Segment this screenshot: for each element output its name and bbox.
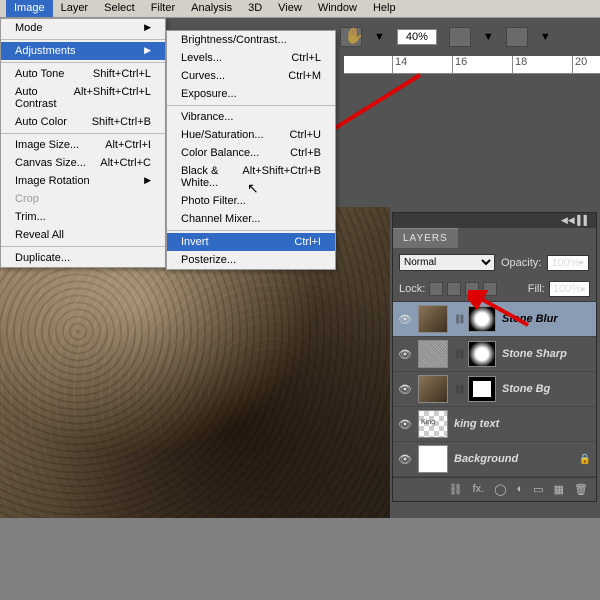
menu-invert[interactable]: InvertCtrl+I — [167, 233, 335, 251]
fill-field[interactable]: 100% ▸ — [549, 281, 590, 297]
menu-help[interactable]: Help — [365, 0, 404, 17]
menu-levels[interactable]: Levels...Ctrl+L — [167, 49, 335, 67]
group-icon[interactable]: ▭ — [533, 483, 543, 496]
menu-trim[interactable]: Trim... — [1, 208, 165, 226]
fx-icon[interactable]: fx. — [473, 483, 485, 496]
screen-mode-icon[interactable] — [449, 27, 471, 47]
visibility-icon[interactable]: 👁 — [398, 347, 412, 361]
layers-tab[interactable]: LAYERS — [393, 228, 458, 248]
menu-select[interactable]: Select — [96, 0, 143, 17]
workspace-bg — [0, 518, 600, 600]
menu-channel-mixer[interactable]: Channel Mixer... — [167, 210, 335, 228]
trash-icon[interactable]: 🗑 — [574, 483, 588, 496]
new-layer-icon[interactable]: ▦ — [554, 483, 564, 496]
menu-canvas-size[interactable]: Canvas Size...Alt+Ctrl+C — [1, 154, 165, 172]
link-icon: ⛓ — [454, 384, 462, 395]
blend-mode-select[interactable]: Normal — [399, 254, 495, 271]
opacity-field[interactable]: 100% ▸ — [547, 255, 588, 271]
opacity-label: Opacity: — [501, 257, 541, 269]
menu-view[interactable]: View — [270, 0, 310, 17]
ruler-horizontal: 14 16 18 20 — [344, 56, 600, 74]
menu-analysis[interactable]: Analysis — [183, 0, 240, 17]
layer-mask[interactable] — [468, 341, 496, 367]
lock-brush-icon[interactable] — [447, 282, 461, 296]
menu-image-size[interactable]: Image Size...Alt+Ctrl+I — [1, 136, 165, 154]
link-layers-icon[interactable]: ⛓ — [449, 483, 463, 496]
layer-row[interactable]: 👁 ⛓ Stone Bg — [393, 372, 596, 407]
menu-hue[interactable]: Hue/Saturation...Ctrl+U — [167, 126, 335, 144]
menu-photo-filter[interactable]: Photo Filter... — [167, 192, 335, 210]
layer-thumb[interactable] — [418, 445, 448, 473]
menu-window[interactable]: Window — [310, 0, 365, 17]
lock-label: Lock: — [399, 283, 425, 295]
link-icon: ⛓ — [454, 314, 462, 325]
layer-thumb[interactable] — [418, 340, 448, 368]
menu-exposure[interactable]: Exposure... — [167, 85, 335, 103]
menu-image[interactable]: Image — [6, 0, 53, 17]
menubar: Image Layer Select Filter Analysis 3D Vi… — [0, 0, 600, 18]
menu-posterize[interactable]: Posterize... — [167, 251, 335, 269]
menu-black-white[interactable]: Black & White...Alt+Shift+Ctrl+B — [167, 162, 335, 192]
layer-thumb[interactable] — [418, 305, 448, 333]
lock-all-icon[interactable] — [483, 282, 497, 296]
layer-row[interactable]: 👁 Background 🔒 — [393, 442, 596, 477]
menu-image-rotation[interactable]: Image Rotation▶ — [1, 172, 165, 190]
panel-collapse-icon[interactable]: ◀◀ ▌▌ — [393, 213, 596, 228]
layer-name[interactable]: king text — [454, 418, 499, 430]
layer-thumb[interactable] — [418, 375, 448, 403]
layer-thumb[interactable] — [418, 410, 448, 438]
menu-crop: Crop — [1, 190, 165, 208]
visibility-icon[interactable]: 👁 — [398, 417, 412, 431]
arrange-icon[interactable] — [506, 27, 528, 47]
layer-name[interactable]: Background — [454, 453, 518, 465]
menu-3d[interactable]: 3D — [240, 0, 270, 17]
lock-move-icon[interactable] — [465, 282, 479, 296]
lock-icon: 🔒 — [579, 454, 591, 465]
zoom-field[interactable]: 40% — [397, 29, 437, 45]
layer-name[interactable]: Stone Bg — [502, 383, 550, 395]
layer-row[interactable]: 👁 king text — [393, 407, 596, 442]
lock-transparency-icon[interactable] — [429, 282, 443, 296]
layer-row[interactable]: 👁 ⛓ Stone Blur — [393, 302, 596, 337]
panel-footer: ⛓ fx. ◯ ◐ ▭ ▦ 🗑 — [393, 477, 596, 501]
menu-mode[interactable]: Mode▶ — [1, 19, 165, 37]
visibility-icon[interactable]: 👁 — [398, 452, 412, 466]
menu-filter[interactable]: Filter — [143, 0, 183, 17]
menu-brightness[interactable]: Brightness/Contrast... — [167, 31, 335, 49]
menu-auto-contrast[interactable]: Auto ContrastAlt+Shift+Ctrl+L — [1, 83, 165, 113]
menu-duplicate[interactable]: Duplicate... — [1, 249, 165, 267]
visibility-icon[interactable]: 👁 — [398, 312, 412, 326]
layers-panel: ◀◀ ▌▌ LAYERS Normal Opacity: 100% ▸ Lock… — [392, 212, 597, 502]
layer-name[interactable]: Stone Sharp — [502, 348, 567, 360]
menu-auto-tone[interactable]: Auto ToneShift+Ctrl+L — [1, 65, 165, 83]
adjustment-icon[interactable]: ◐ — [517, 483, 524, 496]
menu-auto-color[interactable]: Auto ColorShift+Ctrl+B — [1, 113, 165, 131]
menu-reveal-all[interactable]: Reveal All — [1, 226, 165, 244]
menu-vibrance[interactable]: Vibrance... — [167, 108, 335, 126]
menu-color-balance[interactable]: Color Balance...Ctrl+B — [167, 144, 335, 162]
link-icon: ⛓ — [454, 349, 462, 360]
fill-label: Fill: — [528, 283, 545, 295]
layer-name[interactable]: Stone Blur — [502, 313, 558, 325]
menu-adjustments[interactable]: Adjustments▶ — [1, 42, 165, 60]
layer-mask[interactable] — [468, 306, 496, 332]
layer-mask[interactable] — [468, 376, 496, 402]
adjustments-submenu: Brightness/Contrast... Levels...Ctrl+L C… — [166, 30, 336, 270]
mask-icon[interactable]: ◯ — [494, 483, 506, 496]
visibility-icon[interactable]: 👁 — [398, 382, 412, 396]
layer-row[interactable]: 👁 ⛓ Stone Sharp — [393, 337, 596, 372]
hand-icon — [344, 26, 366, 48]
layer-list: 👁 ⛓ Stone Blur 👁 ⛓ Stone Sharp 👁 ⛓ Stone… — [393, 302, 596, 477]
menu-layer[interactable]: Layer — [53, 0, 97, 17]
menu-curves[interactable]: Curves...Ctrl+M — [167, 67, 335, 85]
image-dropdown: Mode▶ Adjustments▶ Auto ToneShift+Ctrl+L… — [0, 18, 166, 268]
